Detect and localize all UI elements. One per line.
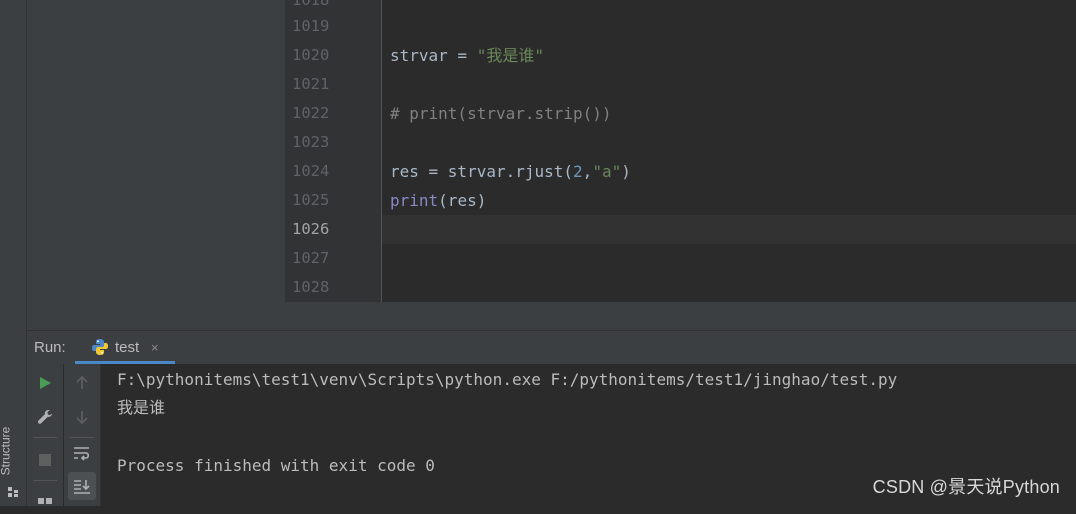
- line-number: 1028: [292, 278, 330, 296]
- rerun-button[interactable]: [33, 371, 57, 395]
- previous-occurrence-button[interactable]: [70, 371, 94, 395]
- toolbar-separator: [70, 437, 94, 438]
- stop-icon: [39, 454, 51, 466]
- line-number: 1024: [292, 162, 330, 180]
- line-number: 1027: [292, 249, 330, 267]
- layout-button[interactable]: [33, 490, 57, 514]
- line-number: 1023: [292, 133, 330, 151]
- run-label: Run:: [34, 339, 66, 356]
- code-token: (res): [438, 191, 487, 210]
- run-toolbar-secondary: [64, 364, 101, 506]
- line-number: 1022: [292, 104, 330, 122]
- line-number: 1025: [292, 191, 330, 209]
- run-tab-test[interactable]: test ×: [75, 331, 175, 364]
- code-line-1022[interactable]: # print(strvar.strip()): [390, 99, 612, 128]
- wrench-icon: [37, 410, 52, 424]
- python-icon: [92, 339, 108, 355]
- active-line-number: 1026: [292, 220, 330, 238]
- builtin-token: print: [390, 191, 439, 210]
- editor-bottom-area: [285, 302, 1076, 330]
- layout-icon: [38, 498, 52, 504]
- code-editor[interactable]: 1018 1019 1020 1021 1022 1023 1024 1025 …: [285, 0, 1076, 330]
- string-literal: "我是谁": [476, 46, 544, 65]
- stop-button[interactable]: [33, 448, 57, 472]
- arrow-up-icon: [76, 375, 88, 389]
- console-exit-line: Process finished with exit code 0: [117, 456, 435, 475]
- toolbar-separator: [33, 480, 57, 481]
- close-icon[interactable]: ×: [151, 340, 159, 355]
- structure-icon: [8, 487, 18, 497]
- code-token: ,: [582, 162, 593, 181]
- string-literal: "a": [592, 162, 622, 181]
- console-output-line: 我是谁: [117, 398, 166, 417]
- project-panel: [27, 0, 285, 330]
- code-token: ): [621, 162, 631, 181]
- code-line-1020[interactable]: strvar = "我是谁": [390, 41, 544, 70]
- toolbar-separator: [33, 437, 57, 438]
- watermark: CSDN @景天说Python: [872, 477, 1060, 497]
- structure-label: Structure: [0, 426, 13, 476]
- arrow-down-icon: [76, 411, 88, 425]
- code-token: strvar =: [390, 46, 477, 65]
- play-icon: [40, 377, 51, 389]
- run-tool-window-header: Run: test ×: [27, 330, 1076, 365]
- scroll-to-end-icon: [74, 480, 90, 494]
- run-tab-label: test: [115, 339, 140, 356]
- soft-wrap-button[interactable]: [70, 441, 94, 465]
- code-line-1024[interactable]: res = strvar.rjust(2,"a"): [390, 157, 631, 186]
- number-literal: 2: [573, 162, 583, 181]
- code-token: res = strvar.rjust(: [390, 162, 574, 181]
- line-number: 1020: [292, 46, 330, 64]
- next-occurrence-button[interactable]: [70, 405, 94, 429]
- line-number: 1019: [292, 17, 330, 35]
- run-toolbar-primary: [27, 364, 63, 506]
- left-tool-strip: Structure: [0, 0, 27, 506]
- console-command-line: F:\pythonitems\test1\venv\Scripts\python…: [117, 370, 898, 389]
- line-number-gutter: 1018 1019 1020 1021 1022 1023 1024 1025 …: [285, 0, 382, 302]
- code-line-1025[interactable]: print(res): [390, 186, 486, 215]
- current-line-highlight: [382, 215, 1076, 244]
- soft-wrap-icon: [74, 447, 90, 461]
- structure-tab[interactable]: Structure: [0, 410, 25, 500]
- modify-run-config-button[interactable]: [33, 405, 57, 429]
- line-number: 1021: [292, 75, 330, 93]
- scroll-to-end-button[interactable]: [68, 472, 96, 500]
